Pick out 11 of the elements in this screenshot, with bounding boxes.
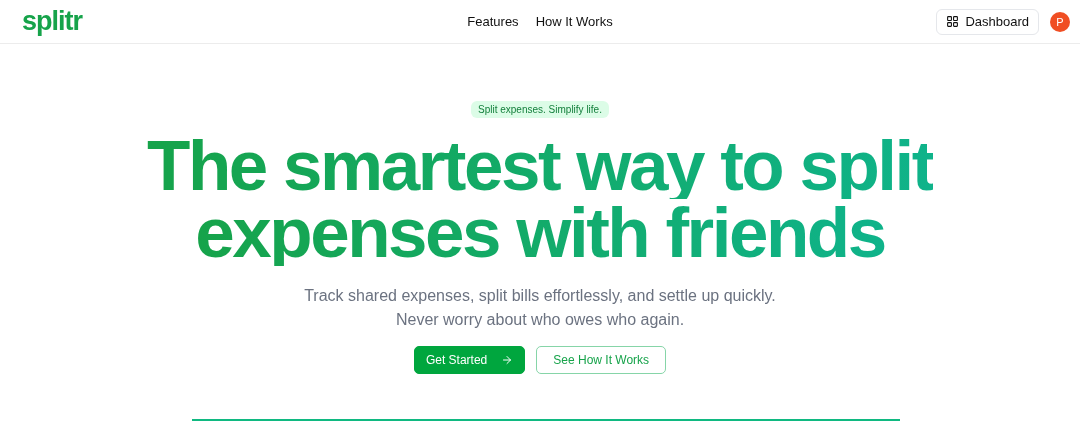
nav-link[interactable]: Features [467, 14, 519, 29]
nav-link[interactable]: How It Works [535, 14, 613, 29]
get-started-button[interactable]: Get Started [413, 346, 526, 374]
arrow-right-icon [501, 354, 514, 366]
user-avatar[interactable]: P [1050, 11, 1070, 32]
logo[interactable]: splitr [22, 8, 82, 35]
dashboard-button[interactable]: Dashboard [936, 8, 1039, 35]
how-it-works-button[interactable]: See How It Works [536, 346, 667, 374]
subtitle: Track shared expenses, split bills effortlessly, and settle up quickly. Never worry about who owes who again. [303, 286, 777, 330]
tagline-badge: Split expenses. Simplify life. [471, 101, 609, 118]
grid-icon [946, 15, 960, 28]
